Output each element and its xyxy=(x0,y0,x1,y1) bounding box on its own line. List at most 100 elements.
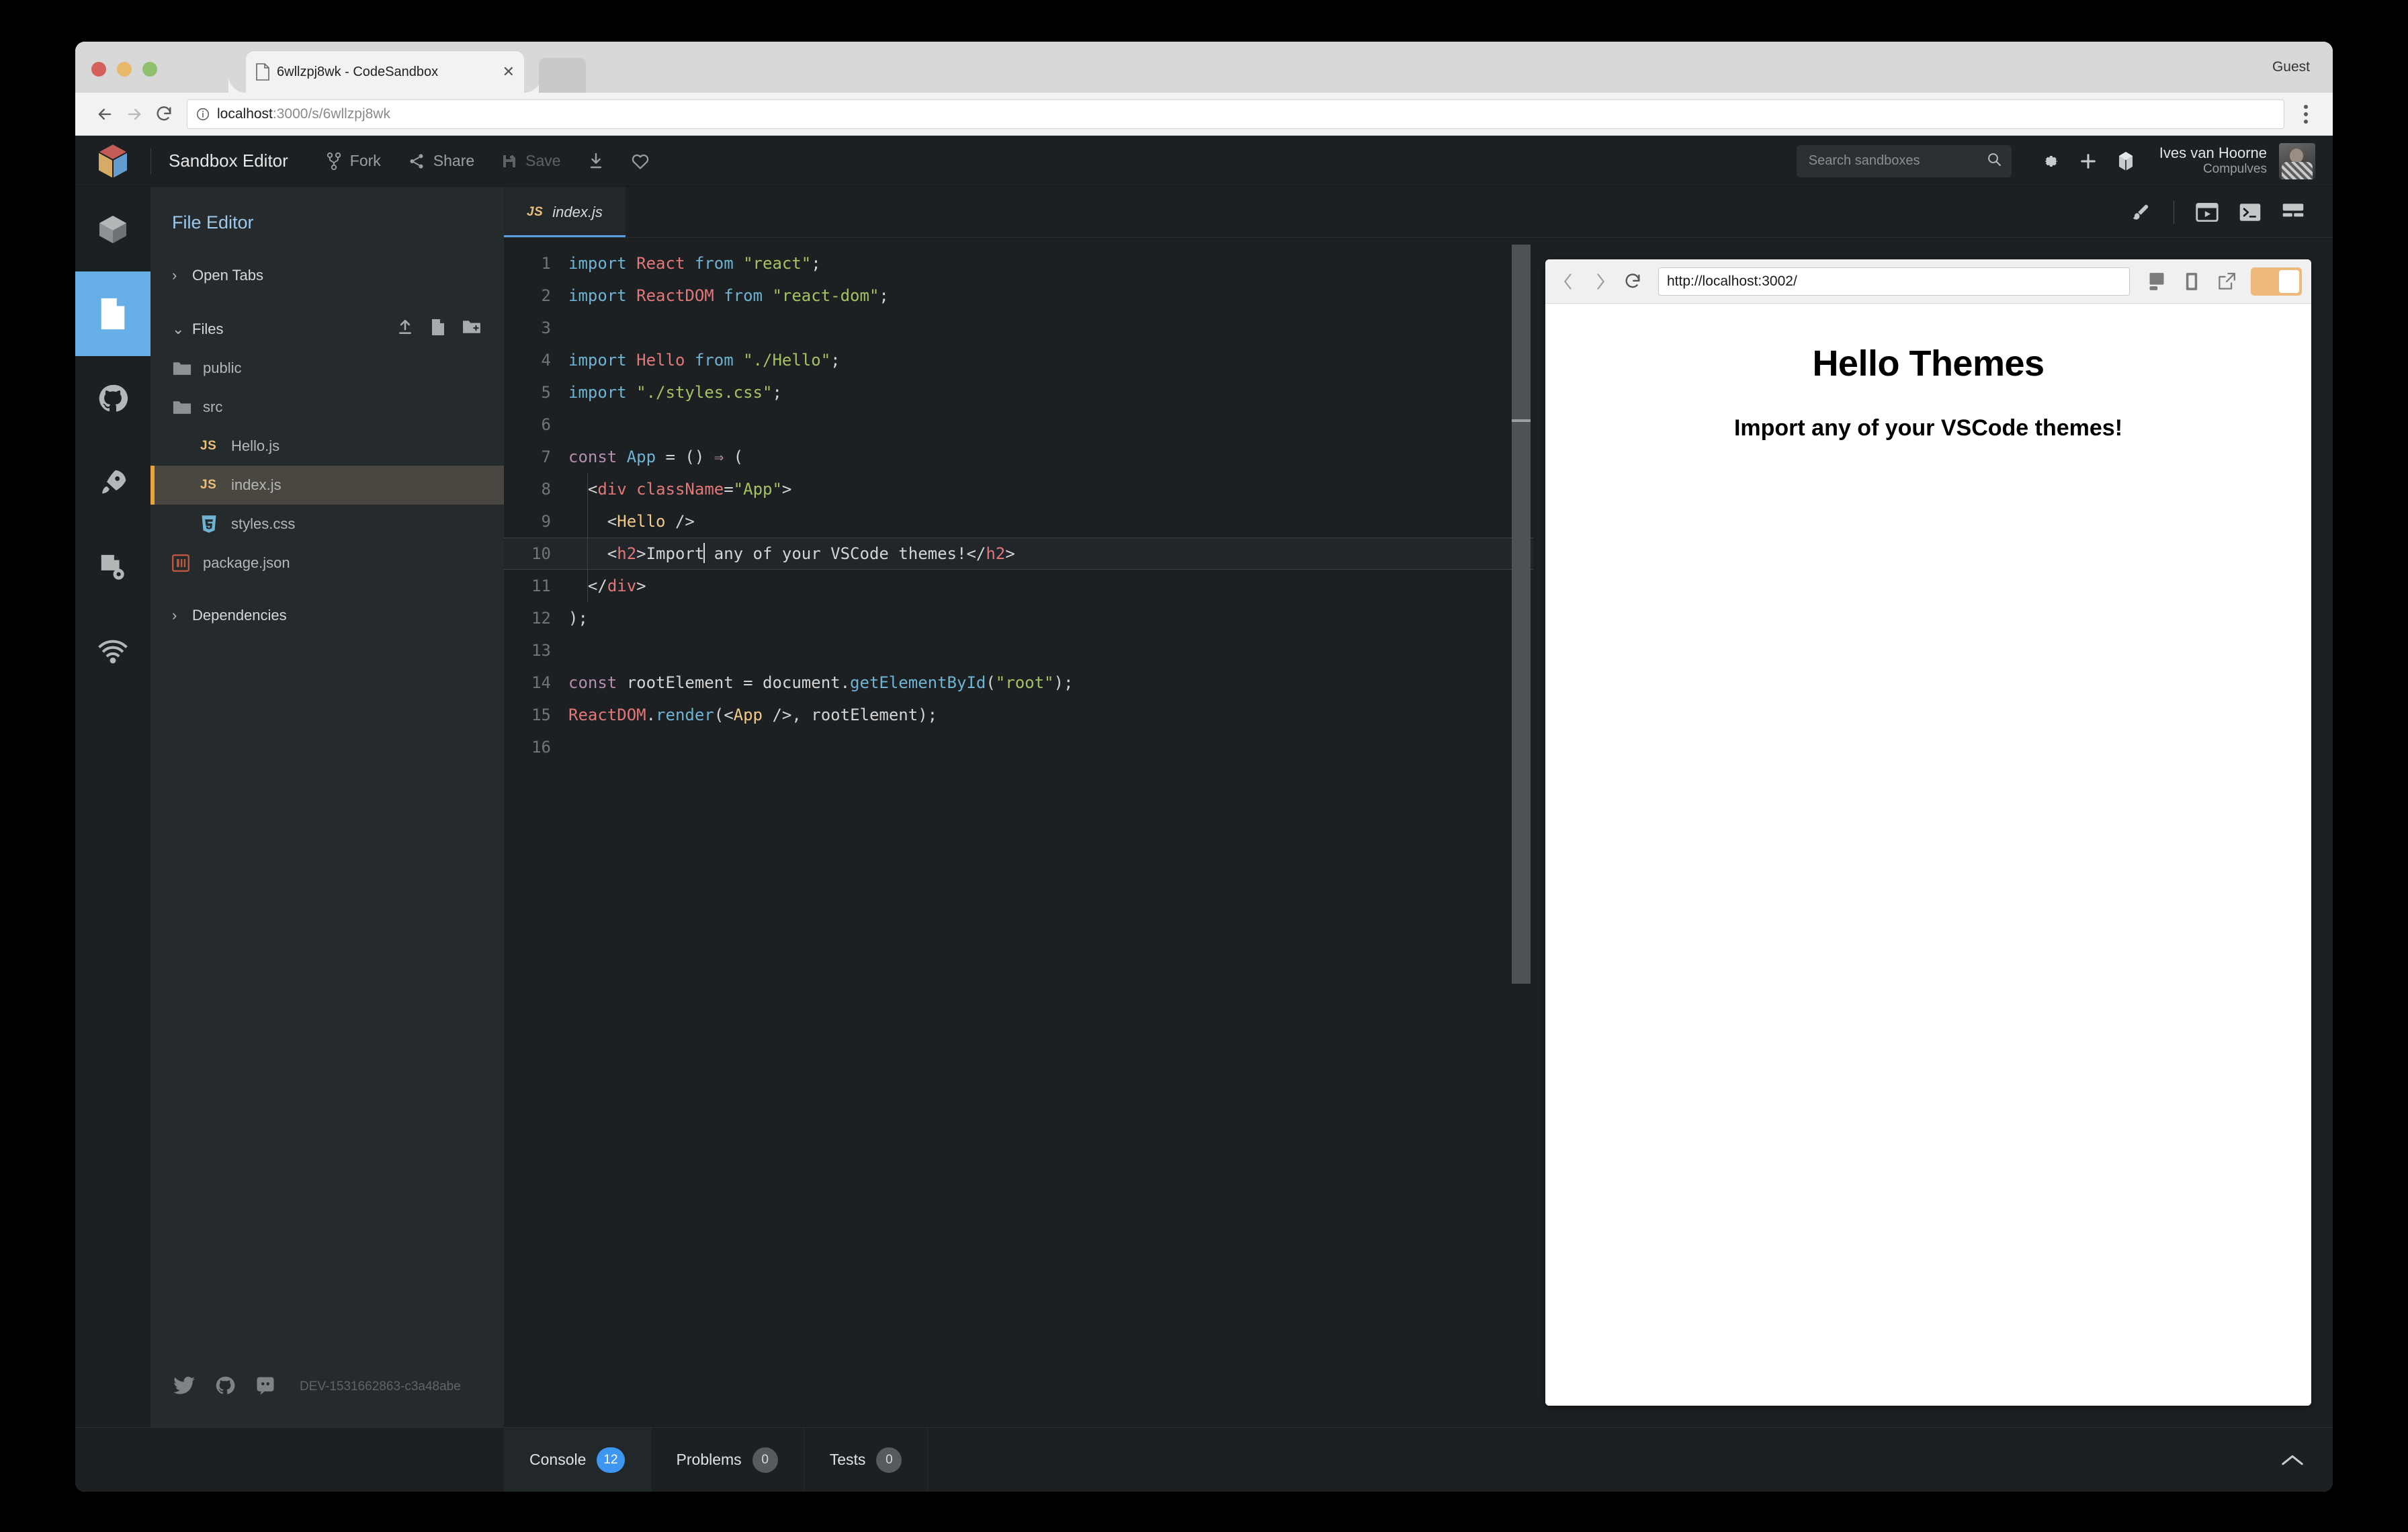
chevron-up-icon[interactable] xyxy=(2252,1428,2333,1492)
github-icon[interactable] xyxy=(215,1375,235,1399)
code-line[interactable]: 14const rootElement = document.getElemen… xyxy=(504,667,1533,699)
chevron-left-icon[interactable] xyxy=(1555,268,1582,295)
new-file-icon[interactable] xyxy=(430,318,446,340)
code-line[interactable]: 11 </div> xyxy=(504,570,1533,602)
chevron-right-icon: › xyxy=(172,607,192,624)
status-tab-label: Tests xyxy=(830,1451,866,1469)
profile-guest-label[interactable]: Guest xyxy=(2272,59,2310,75)
reload-icon[interactable] xyxy=(149,99,179,129)
code-line[interactable]: 12); xyxy=(504,602,1533,634)
responsive-toggle[interactable] xyxy=(2251,267,2302,296)
browser-preview-icon[interactable] xyxy=(2189,194,2225,230)
search-input[interactable] xyxy=(1809,153,1977,169)
file-tree-item-src[interactable]: src xyxy=(150,388,504,427)
file-tree-item-label: Hello.js xyxy=(231,437,280,455)
preview-toolbar: http://localhost:3002/ xyxy=(1545,259,2311,304)
file-tree-item-Hello-js[interactable]: JSHello.js xyxy=(150,427,504,466)
file-tree-item-package-json[interactable]: package.json xyxy=(150,544,504,583)
avatar[interactable] xyxy=(2279,143,2315,179)
editor-tab-index-js[interactable]: JS index.js xyxy=(504,187,626,238)
split-layout-icon[interactable] xyxy=(2275,194,2311,230)
sidebar-section-files[interactable]: ⌄ Files xyxy=(150,310,504,349)
upload-icon[interactable] xyxy=(396,318,414,340)
app-header: Sandbox Editor Fork Share Save xyxy=(75,136,2333,187)
share-button[interactable]: Share xyxy=(408,152,474,170)
indent-guide xyxy=(587,538,588,570)
code-editor[interactable]: 1import React from "react";2import React… xyxy=(504,238,1533,1427)
console-panel-icon[interactable] xyxy=(2142,267,2172,296)
browser-tab[interactable]: 6wllzpj8wk - CodeSandbox ✕ xyxy=(246,51,524,93)
code-line[interactable]: 15ReactDOM.render(<App />, rootElement); xyxy=(504,699,1533,731)
rail-item-live[interactable] xyxy=(75,610,150,695)
code-line[interactable]: 8 <div className="App"> xyxy=(504,473,1533,505)
minimize-window-button[interactable] xyxy=(117,62,132,77)
line-number: 4 xyxy=(504,344,568,376)
search-icon[interactable] xyxy=(1986,151,2002,171)
browser-toolbar: localhost:3000/s/6wllzpj8wk xyxy=(75,93,2333,136)
code-line[interactable]: 3 xyxy=(504,312,1533,344)
file-tree-item-index-js[interactable]: JSindex.js xyxy=(150,466,504,505)
code-line[interactable]: 10 <h2>Import any of your VSCode themes!… xyxy=(504,538,1533,570)
close-window-button[interactable] xyxy=(91,62,106,77)
discord-icon[interactable] xyxy=(255,1375,275,1399)
code-line[interactable]: 7const App = () ⇒ ( xyxy=(504,441,1533,473)
rail-item-deployment[interactable] xyxy=(75,441,150,525)
paintbrush-icon[interactable] xyxy=(2122,194,2159,230)
code-line[interactable]: 6 xyxy=(504,409,1533,441)
editor-scrollbar[interactable] xyxy=(1512,245,1531,984)
open-external-icon[interactable] xyxy=(2212,267,2241,296)
save-button[interactable]: Save xyxy=(501,152,560,170)
reload-icon[interactable] xyxy=(1619,268,1646,295)
code-line[interactable]: 5import "./styles.css"; xyxy=(504,376,1533,409)
rail-item-configuration[interactable] xyxy=(75,525,150,610)
line-number: 13 xyxy=(504,634,568,667)
file-tree-item-styles-css[interactable]: styles.css xyxy=(150,505,504,544)
download-icon xyxy=(588,153,604,170)
editor-tabbar: JS index.js xyxy=(504,187,2333,238)
kebab-menu-icon[interactable] xyxy=(2291,99,2321,129)
file-tree-item-public[interactable]: public xyxy=(150,349,504,388)
code-lines[interactable]: 1import React from "react";2import React… xyxy=(504,238,1533,763)
sidebar-section-open-tabs[interactable]: › Open Tabs xyxy=(150,256,504,295)
forward-arrow-icon[interactable] xyxy=(120,99,149,129)
status-tab-console[interactable]: Console12 xyxy=(504,1428,651,1492)
like-button[interactable] xyxy=(631,153,650,170)
editor-toolbar xyxy=(2122,187,2333,238)
new-folder-icon[interactable] xyxy=(462,318,481,340)
rail-item-github[interactable] xyxy=(75,356,150,441)
chevron-right-icon[interactable] xyxy=(1587,268,1614,295)
maximize-window-button[interactable] xyxy=(142,62,157,77)
code-line[interactable]: 1import React from "react"; xyxy=(504,247,1533,280)
code-line[interactable]: 2import ReactDOM from "react-dom"; xyxy=(504,280,1533,312)
download-button[interactable] xyxy=(588,153,604,170)
twitter-icon[interactable] xyxy=(173,1376,195,1398)
sidebar-section-dependencies[interactable]: › Dependencies xyxy=(150,596,504,635)
line-number: 10 xyxy=(504,538,568,570)
indent-guide xyxy=(587,473,588,505)
user-team: Compulves xyxy=(2159,162,2267,177)
terminal-icon[interactable] xyxy=(2232,194,2268,230)
activity-rail xyxy=(75,187,150,1427)
code-line[interactable]: 16 xyxy=(504,731,1533,763)
search-sandboxes-box[interactable] xyxy=(1797,145,2012,177)
user-menu[interactable]: Ives van Hoorne Compulves xyxy=(2159,143,2315,179)
back-arrow-icon[interactable] xyxy=(90,99,120,129)
gear-icon[interactable] xyxy=(2032,142,2069,180)
preview-url-input[interactable]: http://localhost:3002/ xyxy=(1658,267,2130,296)
close-tab-icon[interactable]: ✕ xyxy=(503,65,515,79)
fork-button[interactable]: Fork xyxy=(326,152,381,171)
sandbox-cube-icon[interactable] xyxy=(2107,142,2145,180)
split-panel-icon[interactable] xyxy=(2177,267,2206,296)
code-line[interactable]: 4import Hello from "./Hello"; xyxy=(504,344,1533,376)
code-line[interactable]: 13 xyxy=(504,634,1533,667)
status-tab-tests[interactable]: Tests 0 xyxy=(804,1428,929,1492)
rail-item-files[interactable] xyxy=(75,271,150,356)
code-line[interactable]: 9 <Hello /> xyxy=(504,505,1533,538)
codesandbox-logo-icon[interactable] xyxy=(75,142,150,180)
address-bar[interactable]: localhost:3000/s/6wllzpj8wk xyxy=(187,99,2284,129)
status-tab-problems[interactable]: Problems0 xyxy=(651,1428,804,1492)
status-tab-count: 0 xyxy=(876,1447,902,1473)
plus-icon[interactable] xyxy=(2069,142,2107,180)
new-tab-button[interactable] xyxy=(539,58,586,93)
rail-item-sandbox-info[interactable] xyxy=(75,187,150,271)
